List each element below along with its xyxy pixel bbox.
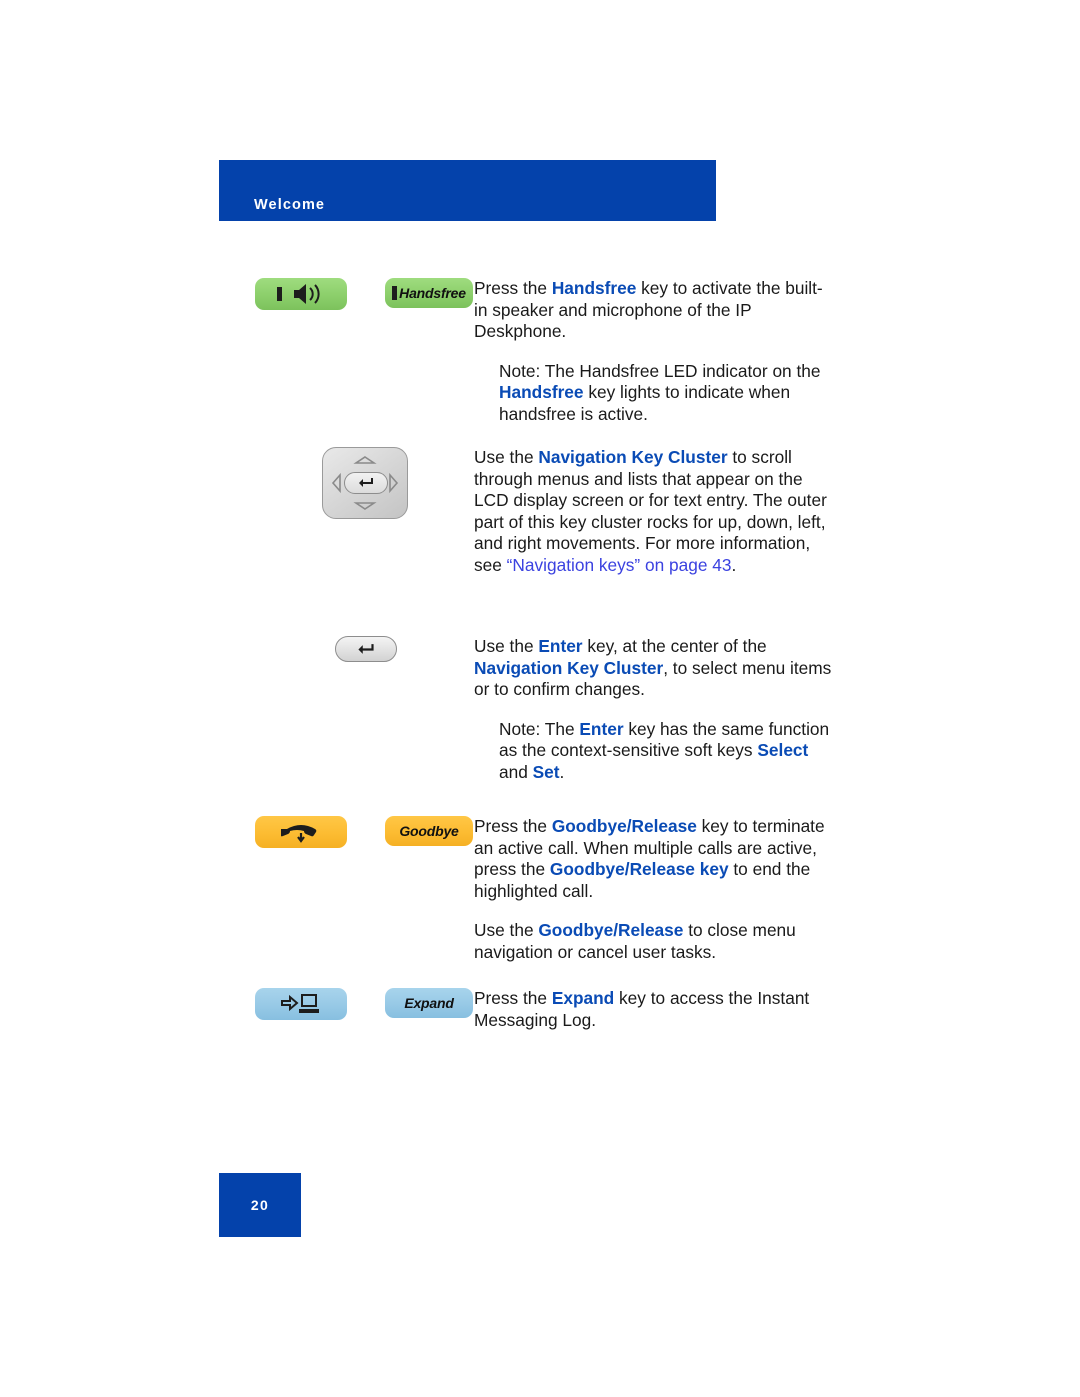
expand-description: Press the Expand key to access the Insta… [474,988,834,1031]
note-paragraph: Note: The Enter key has the same functio… [499,718,830,782]
navigation-cluster-icon [322,447,408,519]
led-indicator-icon [276,287,282,301]
expand-label-keycap: Expand [385,988,473,1018]
goodbye-key-text: Goodbye [399,823,459,839]
speaker-waves-icon [293,284,320,304]
led-indicator-icon [392,286,398,300]
expand-key-text: Expand [404,995,454,1011]
paragraph: Use the Goodbye/Release to close menu na… [474,920,796,962]
paragraph: Press the Goodbye/Release key to termina… [474,816,825,901]
goodbye-label-key: Goodbye [385,816,475,846]
paragraph: Press the Handsfree key to activate the … [474,278,823,342]
goodbye-release-key [255,816,355,848]
page-number: 20 [250,1197,270,1213]
paragraph: Use the Navigation Key Cluster to scroll… [474,447,827,575]
page-footer-box: 20 [219,1173,301,1237]
handsfree-speaker-keycap [255,278,347,310]
navigation-key-cluster [322,447,422,519]
arrow-to-computer-icon [281,994,319,1013]
enter-return-icon [358,643,374,654]
navigation-cluster-description: Use the Navigation Key Cluster to scroll… [474,447,834,577]
goodbye-release-description: Press the Goodbye/Release key to termina… [474,816,834,964]
handsfree-label-key: Handsfree [385,278,475,308]
enter-description: Use the Enter key, at the center of the … [474,636,834,784]
cross-reference-link[interactable]: “Navigation keys” on page 43 [507,555,732,575]
page-title: Welcome [254,197,326,213]
expand-keycap [255,988,347,1020]
paragraph: Press the Expand key to access the Insta… [474,988,810,1030]
enter-return-icon [359,478,373,487]
handset-down-icon [281,825,317,843]
handsfree-speaker-key [255,278,355,310]
handsfree-key-text: Handsfree [399,285,466,301]
enter-key [335,636,435,662]
enter-keycap [335,636,397,662]
goodbye-release-keycap [255,816,347,848]
expand-label-key: Expand [385,988,475,1018]
handsfree-description: Press the Handsfree key to activate the … [474,278,834,426]
page-header-banner: Welcome [219,160,716,221]
paragraph: Use the Enter key, at the center of the … [474,636,832,700]
note-paragraph: Note: The Handsfree LED indicator on the… [499,360,821,424]
goodbye-label-keycap: Goodbye [385,816,473,846]
expand-key [255,988,355,1020]
handsfree-label-keycap: Handsfree [385,278,473,308]
navigation-enter-center-key [344,472,388,494]
